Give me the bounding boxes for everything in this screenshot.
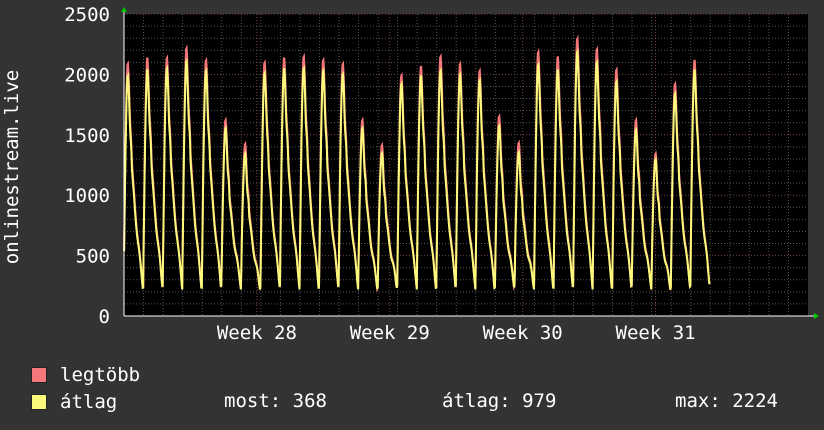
y-tick-label: 1500 xyxy=(64,125,110,147)
stat-average: átlag: 979 xyxy=(442,390,557,412)
legend-swatch-avg xyxy=(31,394,47,410)
y-tick-label: 2000 xyxy=(64,64,110,86)
x-tick-label: Week 31 xyxy=(616,322,696,344)
legend-label-avg: átlag xyxy=(60,391,118,413)
y-tick-label: 1000 xyxy=(64,185,110,207)
y-tick-label: 500 xyxy=(76,246,110,268)
legend-label-max: legtöbb xyxy=(60,364,141,386)
stat-maximum: max: 2224 xyxy=(675,390,778,412)
y-axis-label: onlinestream.live xyxy=(1,70,23,264)
legend-swatch-max xyxy=(31,367,47,383)
legend-item-avg: átlag xyxy=(31,391,117,413)
y-tick-label: 0 xyxy=(99,306,110,328)
x-tick-label: Week 29 xyxy=(350,322,430,344)
x-axis-arrow xyxy=(814,313,819,319)
x-tick-label: Week 30 xyxy=(483,322,563,344)
stat-current: most: 368 xyxy=(224,390,327,412)
x-tick-label: Week 28 xyxy=(217,322,297,344)
legend-item-max: legtöbb xyxy=(31,364,140,386)
y-tick-label: 2500 xyxy=(64,4,110,26)
y-axis-arrow xyxy=(121,7,127,12)
